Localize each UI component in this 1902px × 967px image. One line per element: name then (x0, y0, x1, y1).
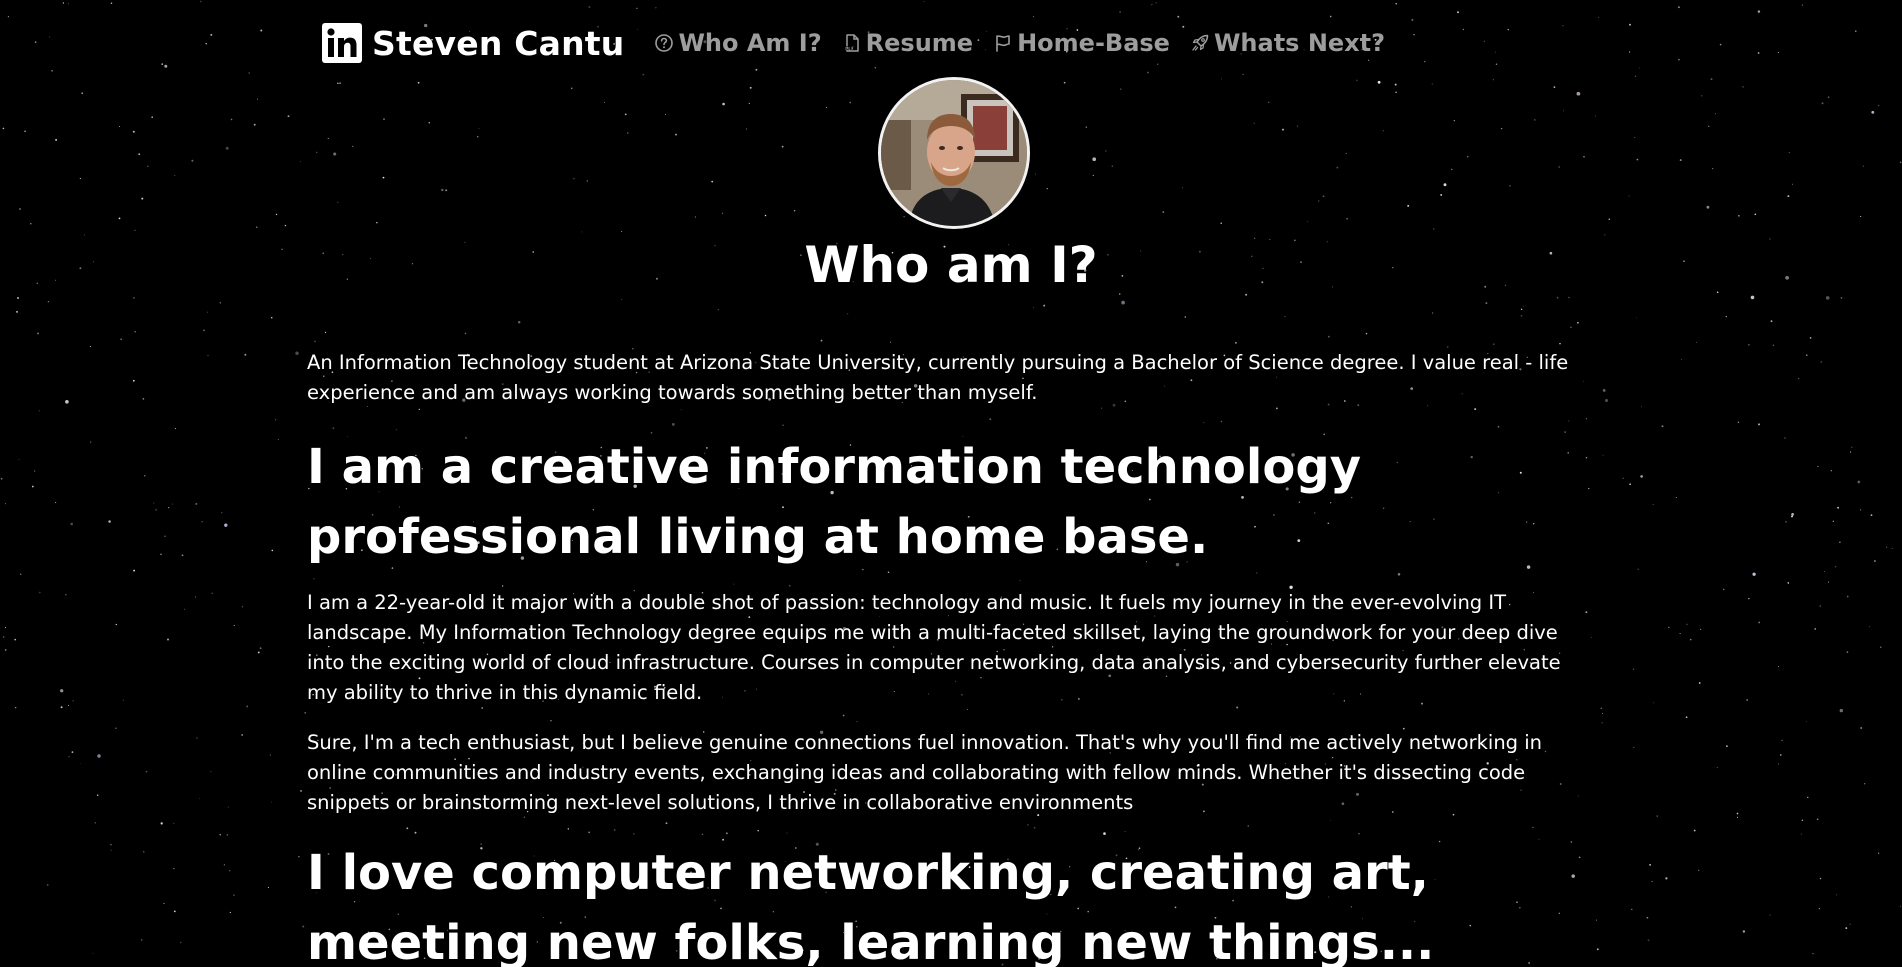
profile-photo (881, 80, 1027, 226)
nav-link-home-base[interactable]: Home-Base (993, 29, 1170, 57)
nav-link-resume[interactable]: Resume (842, 29, 973, 57)
nav-link-label: Home-Base (1017, 29, 1170, 57)
top-nav: Steven Cantu Who Am I? Resume Home-Base … (322, 18, 1405, 68)
page: Steven Cantu Who Am I? Resume Home-Base … (0, 0, 1902, 967)
nav-link-label: Who Am I? (678, 29, 822, 57)
intro-paragraph: An Information Technology student at Ari… (307, 351, 1569, 404)
rocket-icon (1192, 34, 1209, 51)
pdf-file-icon (844, 34, 859, 52)
brand-name: Steven Cantu (372, 23, 625, 63)
brand-link[interactable]: Steven Cantu (322, 23, 624, 63)
flag-icon (996, 35, 1010, 52)
nav-link-who-am-i[interactable]: Who Am I? (654, 29, 822, 57)
main-content: An Information Technology student at Ari… (307, 348, 1597, 967)
heading-creative-professional: I am a creative information technology p… (307, 439, 1361, 565)
heading-interests: I love computer networking, creating art… (307, 845, 1435, 967)
linkedin-icon[interactable] (322, 23, 362, 63)
question-circle-icon (655, 34, 674, 52)
nav-link-label: Whats Next? (1213, 29, 1386, 57)
paragraph-connections: Sure, I'm a tech enthusiast, but I belie… (307, 731, 1543, 814)
nav-link-label: Resume (865, 29, 974, 57)
avatar (878, 77, 1030, 229)
paragraph-passion: I am a 22-year-old it major with a doubl… (307, 591, 1561, 704)
page-title: Who am I? (804, 236, 1098, 294)
nav-link-whats-next[interactable]: Whats Next? (1190, 29, 1385, 57)
